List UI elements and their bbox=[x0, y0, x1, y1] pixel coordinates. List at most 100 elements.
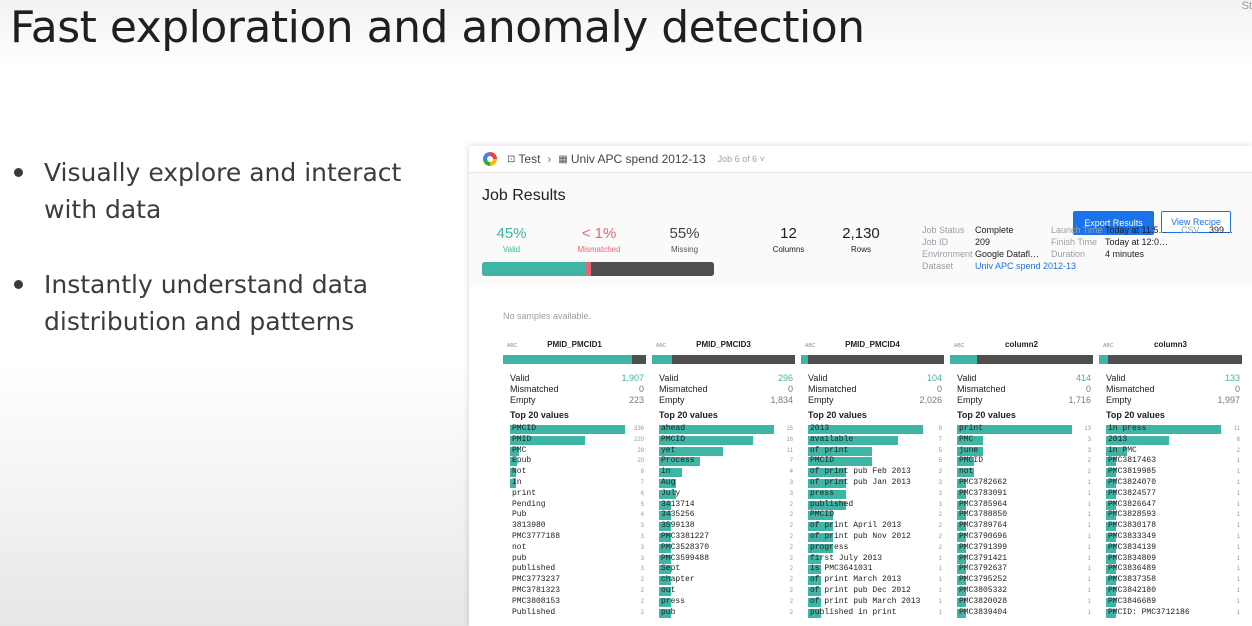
value-row[interactable]: PMC3834809 1 bbox=[1106, 554, 1240, 565]
value-row[interactable]: of print March 2013 1 bbox=[808, 575, 942, 586]
value-row[interactable]: PMC3808153 2 bbox=[510, 597, 644, 608]
value-row[interactable]: PMC3773237 2 bbox=[510, 575, 644, 586]
value-row[interactable]: Aug 3 bbox=[659, 478, 793, 489]
value-row[interactable]: 3435256 2 bbox=[659, 510, 793, 521]
value-row[interactable]: PMC3528370 2 bbox=[659, 543, 793, 554]
value-row[interactable]: PMCID 5 bbox=[808, 456, 942, 467]
column-quality-bar[interactable] bbox=[1099, 355, 1242, 364]
value-row[interactable]: Not 8 bbox=[510, 467, 644, 478]
value-row[interactable]: PMCID 2 bbox=[957, 456, 1091, 467]
value-row[interactable]: July 3 bbox=[659, 489, 793, 500]
column-quality-bar[interactable] bbox=[801, 355, 944, 364]
value-row[interactable]: of print pub March 2013 1 bbox=[808, 597, 942, 608]
value-row[interactable]: PMC3839404 1 bbox=[957, 608, 1091, 619]
column-profile[interactable]: ABC PMID_PMCID4 Valid 104 Mismatched 0 Empty 2,… bbox=[801, 340, 944, 618]
value-row[interactable]: PMC3795252 1 bbox=[957, 575, 1091, 586]
value-row[interactable]: progress 2 bbox=[808, 543, 942, 554]
value-row[interactable]: PMC3790696 1 bbox=[957, 532, 1091, 543]
value-row[interactable]: not 2 bbox=[957, 467, 1091, 478]
value-row[interactable]: of print April 2013 2 bbox=[808, 521, 942, 532]
column-header[interactable]: ABC PMID_PMCID1 bbox=[503, 340, 646, 354]
value-row[interactable]: published 3 bbox=[510, 564, 644, 575]
value-row[interactable]: Sept 2 bbox=[659, 564, 793, 575]
value-row[interactable]: in PMC 2 bbox=[1106, 446, 1240, 457]
value-row[interactable]: PMC3381227 2 bbox=[659, 532, 793, 543]
column-profile[interactable]: ABC PMID_PMCID3 Valid 296 Mismatched 0 Empty 1,… bbox=[652, 340, 795, 618]
value-row[interactable]: PMCID 336 bbox=[510, 424, 644, 435]
value-row[interactable]: Pub 4 bbox=[510, 510, 644, 521]
value-row[interactable]: print 6 bbox=[510, 489, 644, 500]
value-row[interactable]: PMC3792637 1 bbox=[957, 564, 1091, 575]
value-row[interactable]: published 3 bbox=[808, 500, 942, 511]
value-row[interactable]: PMC3824577 1 bbox=[1106, 489, 1240, 500]
value-row[interactable]: PMCID 2 bbox=[808, 510, 942, 521]
value-row[interactable]: PMC3788850 1 bbox=[957, 510, 1091, 521]
value-row[interactable]: print 13 bbox=[957, 424, 1091, 435]
value-row[interactable]: of print pub Dec 2012 1 bbox=[808, 586, 942, 597]
value-row[interactable]: PMC3834139 1 bbox=[1106, 543, 1240, 554]
column-profile[interactable]: ABC column3 Valid 133 Mismatched 0 Empty 1,997 T… bbox=[1099, 340, 1242, 618]
column-header[interactable]: ABC column3 bbox=[1099, 340, 1242, 354]
value-row[interactable]: not 3 bbox=[510, 543, 644, 554]
dataset-link[interactable]: Univ APC spend 2012-13 bbox=[975, 260, 1100, 272]
job-selector[interactable]: Job 6 of 6 ˅ bbox=[718, 154, 765, 164]
value-row[interactable]: of print 5 bbox=[808, 446, 942, 457]
value-row[interactable]: june 3 bbox=[957, 446, 1091, 457]
value-row[interactable]: PMC3785964 1 bbox=[957, 500, 1091, 511]
value-row[interactable]: 3599138 2 bbox=[659, 521, 793, 532]
value-row[interactable]: in press 11 bbox=[1106, 424, 1240, 435]
value-row[interactable]: PMC3599488 2 bbox=[659, 554, 793, 565]
column-profile[interactable]: ABC PMID_PMCID1 Valid 1,907 Mismatched 0 Empty… bbox=[503, 340, 646, 618]
value-row[interactable]: PMC3830178 1 bbox=[1106, 521, 1240, 532]
value-row[interactable]: press 2 bbox=[659, 597, 793, 608]
value-row[interactable]: available 7 bbox=[808, 435, 942, 446]
value-row[interactable]: PMC 28 bbox=[510, 446, 644, 457]
value-row[interactable]: PMCID 16 bbox=[659, 435, 793, 446]
value-row[interactable]: published in print 1 bbox=[808, 608, 942, 619]
value-row[interactable]: Published 2 bbox=[510, 608, 644, 619]
value-row[interactable]: 3413714 2 bbox=[659, 500, 793, 511]
value-row[interactable]: press 3 bbox=[808, 489, 942, 500]
value-row[interactable]: PMC3842180 1 bbox=[1106, 586, 1240, 597]
column-quality-bar[interactable] bbox=[950, 355, 1093, 364]
column-quality-bar[interactable] bbox=[503, 355, 646, 364]
value-row[interactable]: PMC3826647 1 bbox=[1106, 500, 1240, 511]
value-row[interactable]: pub 3 bbox=[510, 554, 644, 565]
value-row[interactable]: PMID 220 bbox=[510, 435, 644, 446]
value-row[interactable]: PMC3828593 1 bbox=[1106, 510, 1240, 521]
breadcrumb-dataset[interactable]: Univ APC spend 2012-13 bbox=[571, 152, 706, 166]
column-profile[interactable]: ABC column2 Valid 414 Mismatched 0 Empty 1,716 T… bbox=[950, 340, 1093, 618]
value-row[interactable]: PMC3846689 1 bbox=[1106, 597, 1240, 608]
value-row[interactable]: PMC3833349 1 bbox=[1106, 532, 1240, 543]
value-row[interactable]: of print pub Feb 2013 3 bbox=[808, 467, 942, 478]
value-row[interactable]: first July 2013 1 bbox=[808, 554, 942, 565]
value-row[interactable]: is PMC3641031 1 bbox=[808, 564, 942, 575]
value-row[interactable]: 2013 6 bbox=[1106, 435, 1240, 446]
value-row[interactable]: Epub 20 bbox=[510, 456, 644, 467]
value-row[interactable]: of print pub Nov 2012 2 bbox=[808, 532, 942, 543]
value-row[interactable]: Process 7 bbox=[659, 456, 793, 467]
value-row[interactable]: PMC3783091 1 bbox=[957, 489, 1091, 500]
value-row[interactable]: PMCID: PMC3712186 1 bbox=[1106, 608, 1240, 619]
breadcrumb-project[interactable]: Test bbox=[518, 152, 540, 166]
value-row[interactable]: PMC3781323 2 bbox=[510, 586, 644, 597]
value-row[interactable]: In 7 bbox=[510, 478, 644, 489]
value-row[interactable]: PMC3789764 1 bbox=[957, 521, 1091, 532]
value-row[interactable]: PMC3777188 3 bbox=[510, 532, 644, 543]
value-row[interactable]: 2013 9 bbox=[808, 424, 942, 435]
value-row[interactable]: PMC 3 bbox=[957, 435, 1091, 446]
value-row[interactable]: PMC3836489 1 bbox=[1106, 564, 1240, 575]
value-row[interactable]: PMC3819985 1 bbox=[1106, 467, 1240, 478]
value-row[interactable]: pub 2 bbox=[659, 608, 793, 619]
value-row[interactable]: PMC3817463 1 bbox=[1106, 456, 1240, 467]
column-quality-bar[interactable] bbox=[652, 355, 795, 364]
value-row[interactable]: PMC3782662 1 bbox=[957, 478, 1091, 489]
value-row[interactable]: PMC3791399 1 bbox=[957, 543, 1091, 554]
value-row[interactable]: 3813980 3 bbox=[510, 521, 644, 532]
value-row[interactable]: in 4 bbox=[659, 467, 793, 478]
column-header[interactable]: ABC PMID_PMCID4 bbox=[801, 340, 944, 354]
value-row[interactable]: Pending 5 bbox=[510, 500, 644, 511]
value-row[interactable]: PMC3820028 1 bbox=[957, 597, 1091, 608]
value-row[interactable]: PMC3837358 1 bbox=[1106, 575, 1240, 586]
value-row[interactable]: PMC3824070 1 bbox=[1106, 478, 1240, 489]
